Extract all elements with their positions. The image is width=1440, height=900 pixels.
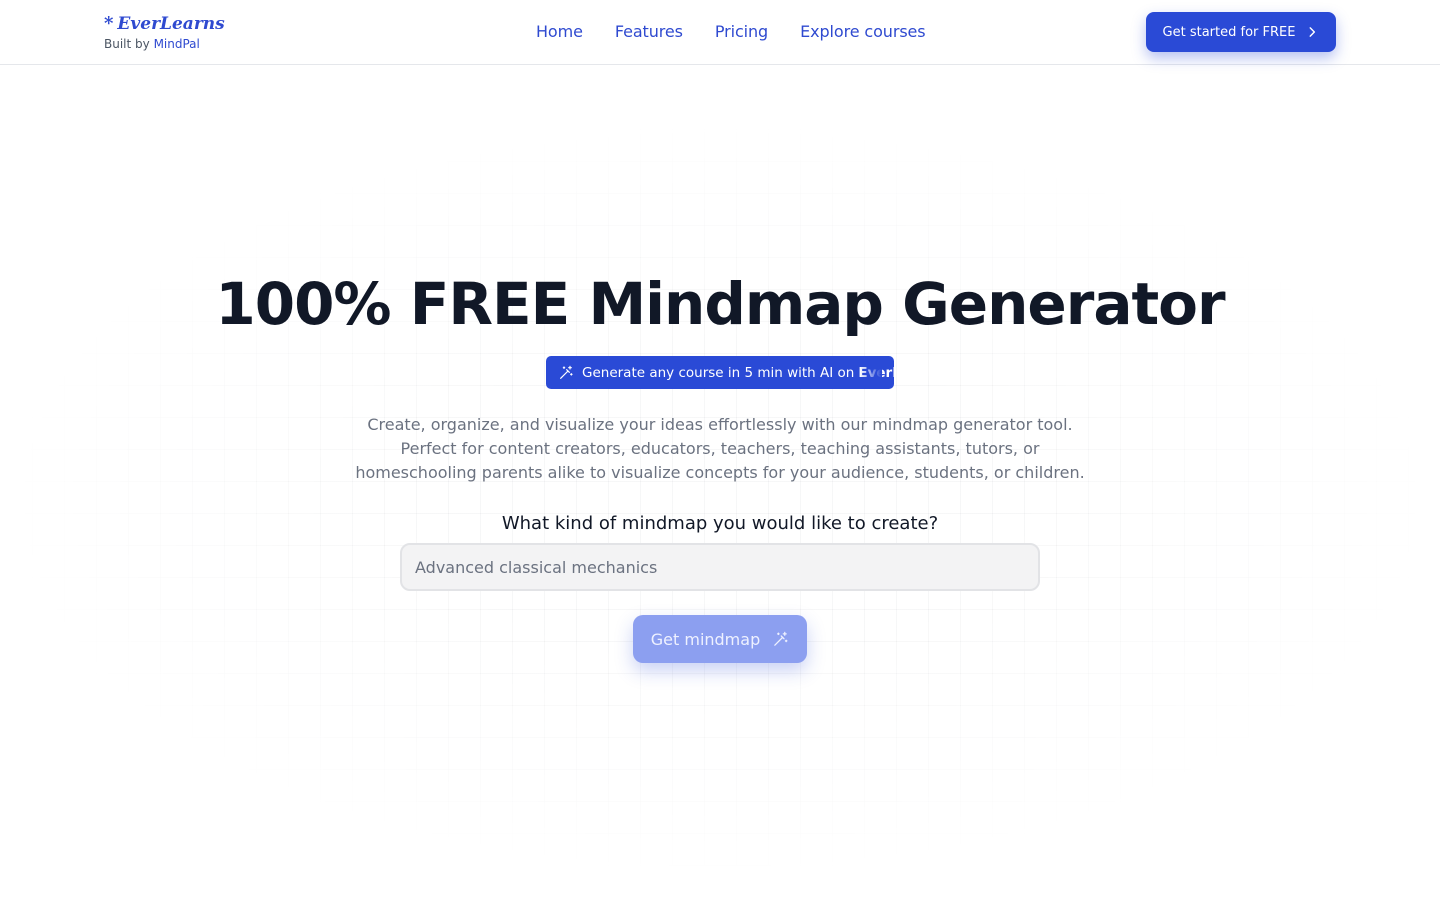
main-nav: Home Features Pricing Explore courses	[536, 20, 926, 44]
promo-text: Generate any course in 5 min with AI on	[582, 364, 855, 381]
nav-explore-courses[interactable]: Explore courses	[800, 20, 926, 44]
page-title: 100% FREE Mindmap Generator	[215, 270, 1225, 338]
built-by-prefix: Built by	[104, 37, 150, 51]
mindmap-question: What kind of mindmap you would like to c…	[501, 513, 939, 534]
magic-wand-icon	[560, 365, 573, 379]
hero-description: Create, organize, and visualize your ide…	[355, 415, 1085, 482]
mindmap-topic-input[interactable]	[400, 543, 1040, 591]
mindpal-link[interactable]: MindPal	[154, 37, 200, 51]
hero-section: 100% FREE Mindmap Generator Generate any…	[0, 65, 1440, 900]
site-header: * EverLearns Built by MindPal Home Featu…	[0, 0, 1440, 65]
get-started-label: Get started for FREE	[1162, 24, 1296, 40]
get-started-button[interactable]: Get started for FREE	[1146, 12, 1336, 52]
get-mindmap-button[interactable]: Get mindmap	[633, 615, 807, 663]
star-icon: *	[104, 13, 114, 34]
nav-home[interactable]: Home	[536, 20, 583, 44]
magic-wand-icon	[774, 631, 788, 646]
built-by: Built by MindPal	[104, 35, 225, 53]
brand-name: EverLearns	[117, 14, 225, 34]
nav-pricing[interactable]: Pricing	[715, 20, 768, 44]
everlearns-promo-badge[interactable]: Generate any course in 5 min with AI on …	[546, 356, 894, 389]
get-mindmap-label: Get mindmap	[650, 629, 761, 649]
promo-fade	[860, 356, 882, 389]
brand[interactable]: * EverLearns Built by MindPal	[104, 14, 225, 53]
brand-logo[interactable]: * EverLearns	[104, 13, 225, 35]
nav-features[interactable]: Features	[615, 20, 683, 44]
chevron-right-icon	[1309, 27, 1316, 37]
